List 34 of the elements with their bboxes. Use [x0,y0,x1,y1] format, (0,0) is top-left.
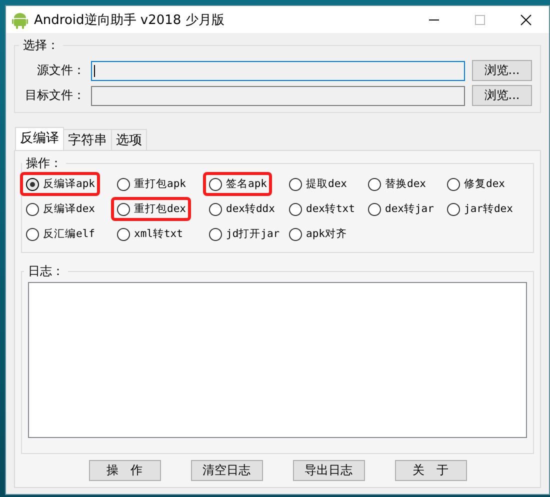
group-label: 日志： [27,263,65,280]
tab[interactable]: 反编译 [15,127,64,150]
radio-option[interactable]: 替换dex [362,172,431,196]
browse-button[interactable]: 浏览... [472,60,532,81]
radio-option[interactable]: 提取dex [283,172,352,196]
radio-option[interactable]: 修复dex [441,172,510,196]
group-label: 操作： [25,155,63,172]
radio-option[interactable]: 反编译dex [20,197,100,221]
file-path-field[interactable] [91,86,465,106]
radio-option[interactable]: dex转txt [283,197,360,221]
action-button[interactable]: 导出日志 [292,460,364,481]
radio-option[interactable]: 反汇编elf [20,222,100,246]
action-button[interactable]: 操 作 [88,460,160,481]
radio-option[interactable]: 重打包dex [111,197,191,221]
window-title: Android逆向助手 v2018 少月版 [34,12,224,28]
group-label: 选择： [22,37,60,54]
radio-option[interactable]: apk对齐 [283,222,352,246]
radio-option[interactable]: 反编译apk [20,172,100,196]
radio-option[interactable]: 重打包apk [111,172,191,196]
radio-option[interactable]: xml转txt [111,222,188,246]
radio-option[interactable]: jar转dex [441,197,518,221]
field-label: 源文件： [36,62,85,79]
action-button[interactable]: 清空日志 [190,460,262,481]
browse-button[interactable]: 浏览... [472,85,532,106]
field-label: 目标文件： [24,87,85,104]
radio-option[interactable]: jd打开jar [203,222,285,246]
radio-option[interactable]: dex转ddx [203,197,280,221]
action-button[interactable]: 关 于 [394,460,466,481]
tab[interactable]: 选项 [111,129,147,150]
radio-option[interactable]: dex转jar [362,197,439,221]
android-robot-icon [12,10,28,28]
radio-option[interactable]: 签名apk [203,172,272,196]
close-icon[interactable] [520,14,532,26]
file-path-field[interactable] [91,60,465,80]
